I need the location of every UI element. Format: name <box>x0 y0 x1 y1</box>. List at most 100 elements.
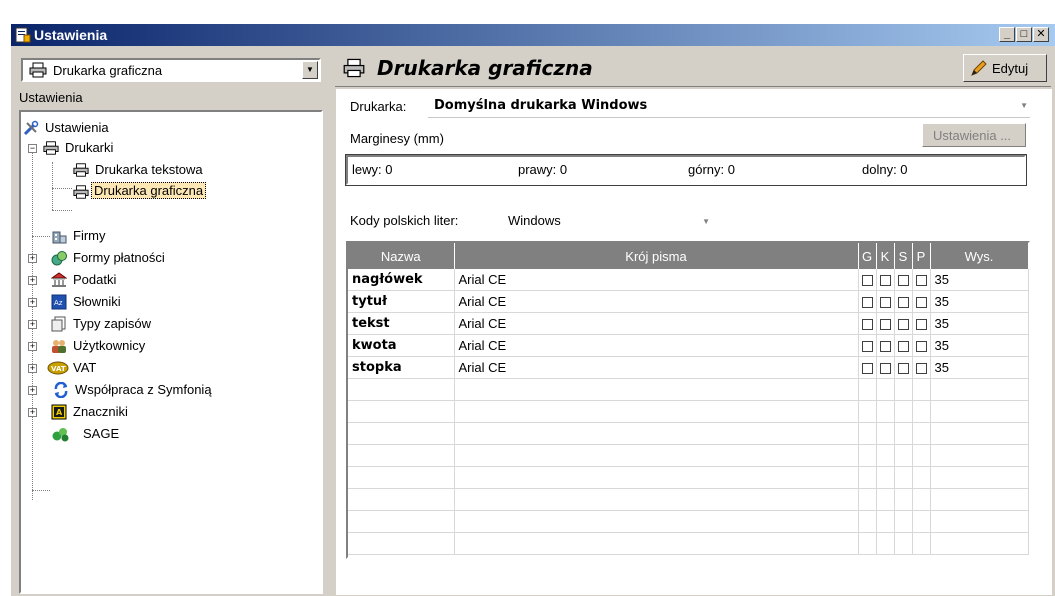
empty-row <box>348 466 1029 489</box>
margins-label: Marginesy (mm) <box>350 131 444 146</box>
codes-label: Kody polskich liter: <box>350 213 459 228</box>
tag-icon: A <box>51 404 67 420</box>
document-icon <box>51 316 66 332</box>
empty-row <box>348 378 1029 401</box>
fonts-table: Nazwa Krój pisma G K S P Wys. nagłówek A <box>346 241 1030 559</box>
dictionary-icon: Az <box>51 294 67 310</box>
sage-icon <box>52 428 69 442</box>
close-button[interactable]: ✕ <box>1033 27 1049 42</box>
collapse-icon[interactable]: − <box>28 144 37 153</box>
chevron-down-icon[interactable]: ▼ <box>702 217 710 226</box>
app-icon <box>15 27 31 43</box>
empty-row <box>348 422 1029 445</box>
margin-left[interactable]: lewy: 0 <box>352 162 392 177</box>
italic-checkbox[interactable] <box>879 319 891 331</box>
edit-button[interactable]: Edytuj <box>963 54 1047 82</box>
pencil-icon <box>971 60 987 76</box>
title-bar: Ustawienia _ □ ✕ <box>11 24 1055 46</box>
users-icon <box>52 340 66 353</box>
italic-checkbox[interactable] <box>879 297 891 309</box>
expand-icon[interactable]: + <box>28 320 37 329</box>
italic-checkbox[interactable] <box>879 363 891 375</box>
settings-window: Ustawienia _ □ ✕ Drukarka graficzna ▼ Us… <box>10 24 1055 596</box>
bold-checkbox[interactable] <box>861 319 873 331</box>
italic-checkbox[interactable] <box>879 341 891 353</box>
bold-checkbox[interactable] <box>861 341 873 353</box>
window-title: Ustawienia <box>34 27 108 43</box>
payment-icon <box>51 251 67 266</box>
expand-icon[interactable]: + <box>28 254 37 263</box>
printer-label: Drukarka: <box>350 99 407 114</box>
table-row[interactable]: kwota Arial CE 35 <box>348 334 1029 357</box>
building-icon <box>52 231 67 244</box>
column-header[interactable]: G <box>858 243 877 269</box>
chevron-down-icon[interactable]: ▼ <box>1020 101 1028 110</box>
printer-icon <box>73 163 89 177</box>
empty-row <box>348 400 1029 423</box>
bold-checkbox[interactable] <box>861 363 873 375</box>
codes-select[interactable]: Windows ▼ <box>500 207 718 231</box>
left-panel: Drukarka graficzna ▼ Ustawienia Ustawien… <box>13 46 331 596</box>
printer-icon <box>43 141 59 155</box>
bank-icon <box>51 272 67 287</box>
margin-top[interactable]: górny: 0 <box>688 162 735 177</box>
strike-checkbox[interactable] <box>897 363 909 375</box>
strike-checkbox[interactable] <box>897 297 909 309</box>
empty-row <box>348 488 1029 511</box>
margin-right[interactable]: prawy: 0 <box>518 162 567 177</box>
settings-combo[interactable]: Drukarka graficzna ▼ <box>21 58 321 82</box>
empty-row <box>348 510 1029 533</box>
expand-icon[interactable]: + <box>28 364 37 373</box>
strike-checkbox[interactable] <box>897 341 909 353</box>
bold-checkbox[interactable] <box>861 297 873 309</box>
column-header[interactable]: S <box>894 243 913 269</box>
strike-checkbox[interactable] <box>897 319 909 331</box>
empty-row <box>348 444 1029 467</box>
expand-icon[interactable]: + <box>28 386 37 395</box>
column-header[interactable]: Krój pisma <box>454 243 859 269</box>
printer-icon <box>29 62 47 78</box>
printer-icon <box>343 58 365 78</box>
minimize-button[interactable]: _ <box>999 27 1015 42</box>
margin-bottom[interactable]: dolny: 0 <box>862 162 908 177</box>
tree-line <box>52 188 72 189</box>
tree-line <box>32 490 50 491</box>
bold-checkbox[interactable] <box>861 275 873 287</box>
underline-checkbox[interactable] <box>915 297 927 309</box>
tree-line <box>52 162 53 210</box>
table-row[interactable]: nagłówek Arial CE 35 <box>348 269 1029 291</box>
table-row[interactable]: stopka Arial CE 35 <box>348 356 1029 379</box>
printer-settings-button[interactable]: Ustawienia ... <box>922 123 1026 147</box>
expand-icon[interactable]: + <box>28 408 37 417</box>
chevron-down-icon[interactable]: ▼ <box>302 61 318 79</box>
expand-icon[interactable]: + <box>28 342 37 351</box>
panel-header: Drukarka graficzna Edytuj <box>335 52 1051 87</box>
printer-select[interactable]: Domyślna drukarka Windows ▼ <box>428 93 1030 118</box>
underline-checkbox[interactable] <box>915 319 927 331</box>
combo-value: Drukarka graficzna <box>53 63 163 78</box>
column-header[interactable]: Wys. <box>930 243 1029 269</box>
sync-icon <box>54 382 68 398</box>
tree-line <box>32 236 50 237</box>
expand-icon[interactable]: + <box>28 298 37 307</box>
maximize-button[interactable]: □ <box>1016 27 1032 42</box>
printer-icon <box>73 185 89 199</box>
column-header[interactable]: P <box>912 243 931 269</box>
underline-checkbox[interactable] <box>915 341 927 353</box>
table-row[interactable]: tekst Arial CE 35 <box>348 312 1029 335</box>
svg-text:Az: Az <box>54 299 63 307</box>
column-header[interactable]: K <box>876 243 895 269</box>
expand-icon[interactable]: + <box>28 276 37 285</box>
column-header[interactable]: Nazwa <box>348 243 455 269</box>
table-row[interactable]: tytuł Arial CE 35 <box>348 290 1029 313</box>
margins-box: lewy: 0 prawy: 0 górny: 0 dolny: 0 <box>345 154 1027 186</box>
underline-checkbox[interactable] <box>915 363 927 375</box>
svg-text:VAT: VAT <box>51 365 66 373</box>
panel-content: Drukarka: Domyślna drukarka Windows ▼ Ma… <box>335 88 1053 596</box>
strike-checkbox[interactable] <box>897 275 909 287</box>
tree-line <box>52 210 72 211</box>
italic-checkbox[interactable] <box>879 275 891 287</box>
svg-text:A: A <box>56 408 63 417</box>
right-panel: Drukarka graficzna Edytuj Drukarka: Domy… <box>333 46 1055 596</box>
underline-checkbox[interactable] <box>915 275 927 287</box>
